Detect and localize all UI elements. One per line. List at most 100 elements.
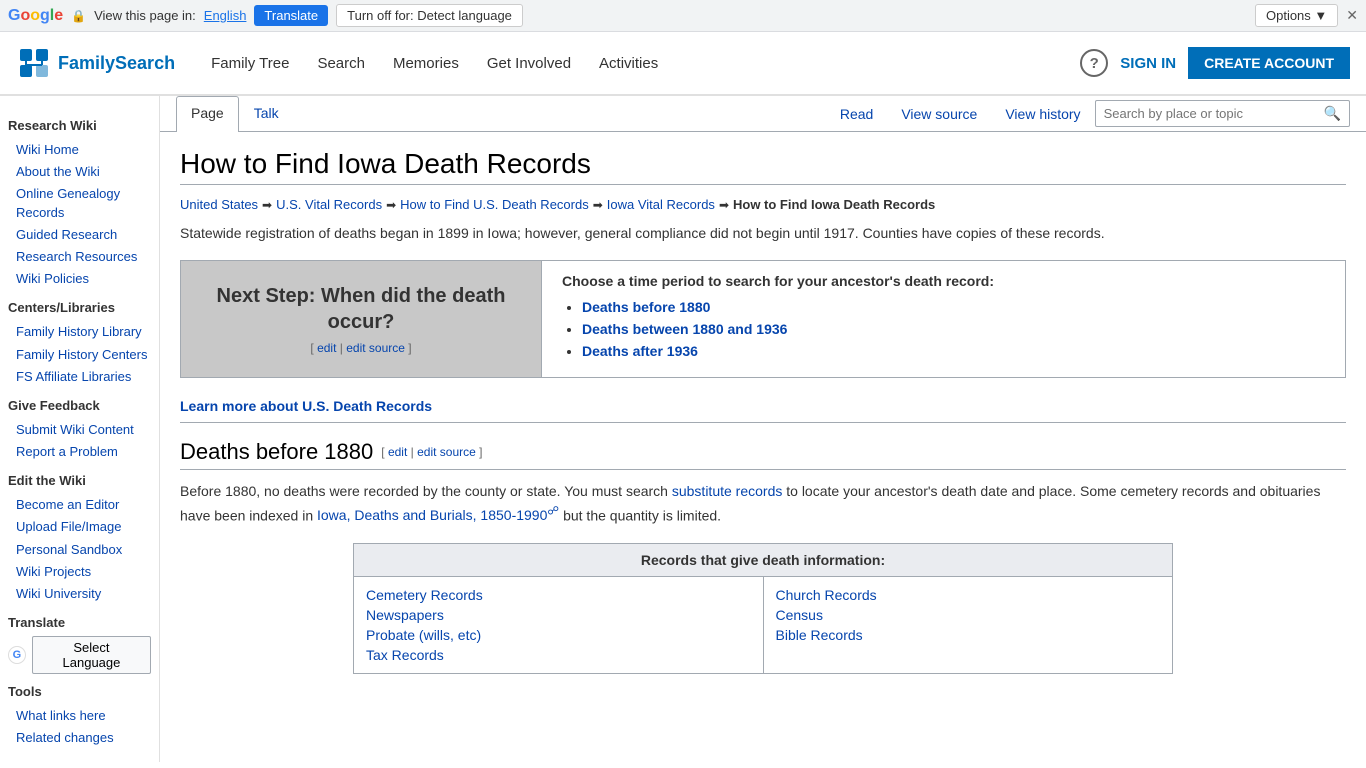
view-page-text: View this page in: <box>94 8 196 23</box>
navbox-left-title: Next Step: When did the death occur? <box>201 283 521 335</box>
iowa-deaths-link[interactable]: Iowa, Deaths and Burials, 1850-1990☍ <box>317 507 559 523</box>
navbox-right-title: Choose a time period to search for your … <box>562 273 1325 289</box>
tab-read[interactable]: Read <box>826 98 887 130</box>
navbox-list-item: Deaths between 1880 and 1936 <box>582 321 1325 337</box>
main-header: FamilySearch Family Tree Search Memories… <box>0 32 1366 96</box>
substitute-records-link[interactable]: substitute records <box>672 483 783 499</box>
navbox-left-edit: [ edit | edit source ] <box>201 341 521 355</box>
sidebar-item-upload-file[interactable]: Upload File/Image <box>8 516 151 538</box>
breadcrumb-link-vital[interactable]: U.S. Vital Records <box>276 197 382 212</box>
link-census[interactable]: Census <box>776 605 1161 625</box>
sidebar-item-family-history-centers[interactable]: Family History Centers <box>8 344 151 366</box>
sidebar-item-about-wiki[interactable]: About the Wiki <box>8 161 151 183</box>
external-link-icon: ☍ <box>547 505 559 518</box>
section-divider <box>180 422 1346 423</box>
nav-family-tree[interactable]: Family Tree <box>199 47 301 80</box>
breadcrumb: United States ➡ U.S. Vital Records ➡ How… <box>180 197 1346 212</box>
sidebar-section-edit-wiki: Edit the Wiki <box>8 473 151 488</box>
nav-memories[interactable]: Memories <box>381 47 471 80</box>
table-cell-left: Cemetery Records Newspapers Probate (wil… <box>354 576 764 673</box>
sidebar-section-research-wiki: Research Wiki <box>8 118 151 133</box>
help-icon[interactable]: ? <box>1080 49 1108 77</box>
sidebar-item-wiki-home[interactable]: Wiki Home <box>8 139 151 161</box>
records-table: Records that give death information: Cem… <box>353 543 1173 674</box>
navbox-edit-link[interactable]: edit <box>317 341 336 355</box>
link-probate[interactable]: Probate (wills, etc) <box>366 625 751 645</box>
logo-text: FamilySearch <box>58 53 175 74</box>
main-content: Page Talk Read View source View history … <box>160 96 1366 762</box>
logo-link[interactable]: FamilySearch <box>16 45 175 81</box>
sidebar-item-family-history-library[interactable]: Family History Library <box>8 321 151 343</box>
wiki-search-button[interactable]: 🔍 <box>1316 101 1349 126</box>
section-edit-link[interactable]: edit <box>388 445 407 459</box>
sidebar-section-centers: Centers/Libraries <box>8 300 151 315</box>
navbox-links: Deaths before 1880 Deaths between 1880 a… <box>562 299 1325 359</box>
turn-off-button[interactable]: Turn off for: Detect language <box>336 4 523 27</box>
tab-page[interactable]: Page <box>176 96 239 132</box>
header-right: ? SIGN IN CREATE ACCOUNT <box>1080 47 1350 79</box>
sidebar-item-related-changes[interactable]: Related changes <box>8 727 151 749</box>
tab-view-history[interactable]: View history <box>991 98 1094 130</box>
tab-talk-link[interactable]: Talk <box>254 105 279 121</box>
navbox-edit-source-link[interactable]: edit source <box>346 341 405 355</box>
breadcrumb-arrow-3: ➡ <box>593 198 603 212</box>
table-row: Cemetery Records Newspapers Probate (wil… <box>354 576 1173 673</box>
link-newspapers[interactable]: Newspapers <box>366 605 751 625</box>
link-bible-records[interactable]: Bible Records <box>776 625 1161 645</box>
table-cell-right: Church Records Census Bible Records <box>763 576 1173 673</box>
language-link[interactable]: English <box>204 8 247 23</box>
translate-button[interactable]: Translate <box>254 5 328 26</box>
sidebar-item-personal-sandbox[interactable]: Personal Sandbox <box>8 539 151 561</box>
link-cemetery-records[interactable]: Cemetery Records <box>366 585 751 605</box>
breadcrumb-link-us[interactable]: United States <box>180 197 258 212</box>
section-edit-links: [ edit | edit source ] <box>381 445 482 459</box>
content-wrapper: Research Wiki Wiki Home About the Wiki O… <box>0 96 1366 762</box>
google-g-icon: G <box>8 646 26 664</box>
sidebar-item-submit-wiki[interactable]: Submit Wiki Content <box>8 419 151 441</box>
google-logo: Google <box>8 7 63 25</box>
nav-activities[interactable]: Activities <box>587 47 670 80</box>
navbox-list-item: Deaths before 1880 <box>582 299 1325 315</box>
sidebar-item-become-editor[interactable]: Become an Editor <box>8 494 151 516</box>
navbox-link-1880-1936[interactable]: Deaths between 1880 and 1936 <box>582 321 787 337</box>
wiki-search-input[interactable] <box>1096 102 1316 125</box>
tab-talk[interactable]: Talk <box>239 96 294 132</box>
learn-more-link[interactable]: Learn more about U.S. Death Records <box>180 398 1346 414</box>
navbox-link-after-1936[interactable]: Deaths after 1936 <box>582 343 698 359</box>
tab-view-source[interactable]: View source <box>887 98 991 130</box>
sidebar-item-report-problem[interactable]: Report a Problem <box>8 441 151 463</box>
sidebar-item-what-links-here[interactable]: What links here <box>8 705 151 727</box>
sidebar-item-wiki-policies[interactable]: Wiki Policies <box>8 268 151 290</box>
close-button[interactable]: ✕ <box>1346 7 1358 24</box>
section-heading-deaths-before-1880: Deaths before 1880 [ edit | edit source … <box>180 439 1346 470</box>
sidebar-item-fs-affiliate[interactable]: FS Affiliate Libraries <box>8 366 151 388</box>
options-button[interactable]: Options ▼ <box>1255 4 1338 27</box>
google-translate-widget: G Select Language <box>8 636 151 674</box>
sidebar: Research Wiki Wiki Home About the Wiki O… <box>0 96 160 762</box>
link-tax-records[interactable]: Tax Records <box>366 645 751 665</box>
sidebar-item-online-genealogy[interactable]: Online Genealogy Records <box>8 183 151 223</box>
sidebar-item-research-resources[interactable]: Research Resources <box>8 246 151 268</box>
link-church-records[interactable]: Church Records <box>776 585 1161 605</box>
sidebar-item-guided-research[interactable]: Guided Research <box>8 224 151 246</box>
translate-bar: Google 🔒 View this page in: English Tran… <box>0 0 1366 32</box>
navbox: Next Step: When did the death occur? [ e… <box>180 260 1346 378</box>
main-nav: Family Tree Search Memories Get Involved… <box>199 47 1080 80</box>
sidebar-item-wiki-projects[interactable]: Wiki Projects <box>8 561 151 583</box>
sidebar-section-tools: Tools <box>8 684 151 699</box>
breadcrumb-current: How to Find Iowa Death Records <box>733 197 935 212</box>
breadcrumb-link-us-death[interactable]: How to Find U.S. Death Records <box>400 197 589 212</box>
nav-get-involved[interactable]: Get Involved <box>475 47 583 80</box>
sign-in-button[interactable]: SIGN IN <box>1120 55 1176 72</box>
nav-search[interactable]: Search <box>305 47 377 80</box>
select-language-button[interactable]: Select Language <box>32 636 151 674</box>
sidebar-section-translate: Translate <box>8 615 151 630</box>
article-title: How to Find Iowa Death Records <box>180 148 1346 185</box>
breadcrumb-arrow-1: ➡ <box>262 198 272 212</box>
breadcrumb-link-iowa-vital[interactable]: Iowa Vital Records <box>607 197 715 212</box>
section-edit-source-link[interactable]: edit source <box>417 445 476 459</box>
navbox-link-before-1880[interactable]: Deaths before 1880 <box>582 299 710 315</box>
create-account-button[interactable]: CREATE ACCOUNT <box>1188 47 1350 79</box>
sidebar-item-wiki-university[interactable]: Wiki University <box>8 583 151 605</box>
navbox-list-item: Deaths after 1936 <box>582 343 1325 359</box>
